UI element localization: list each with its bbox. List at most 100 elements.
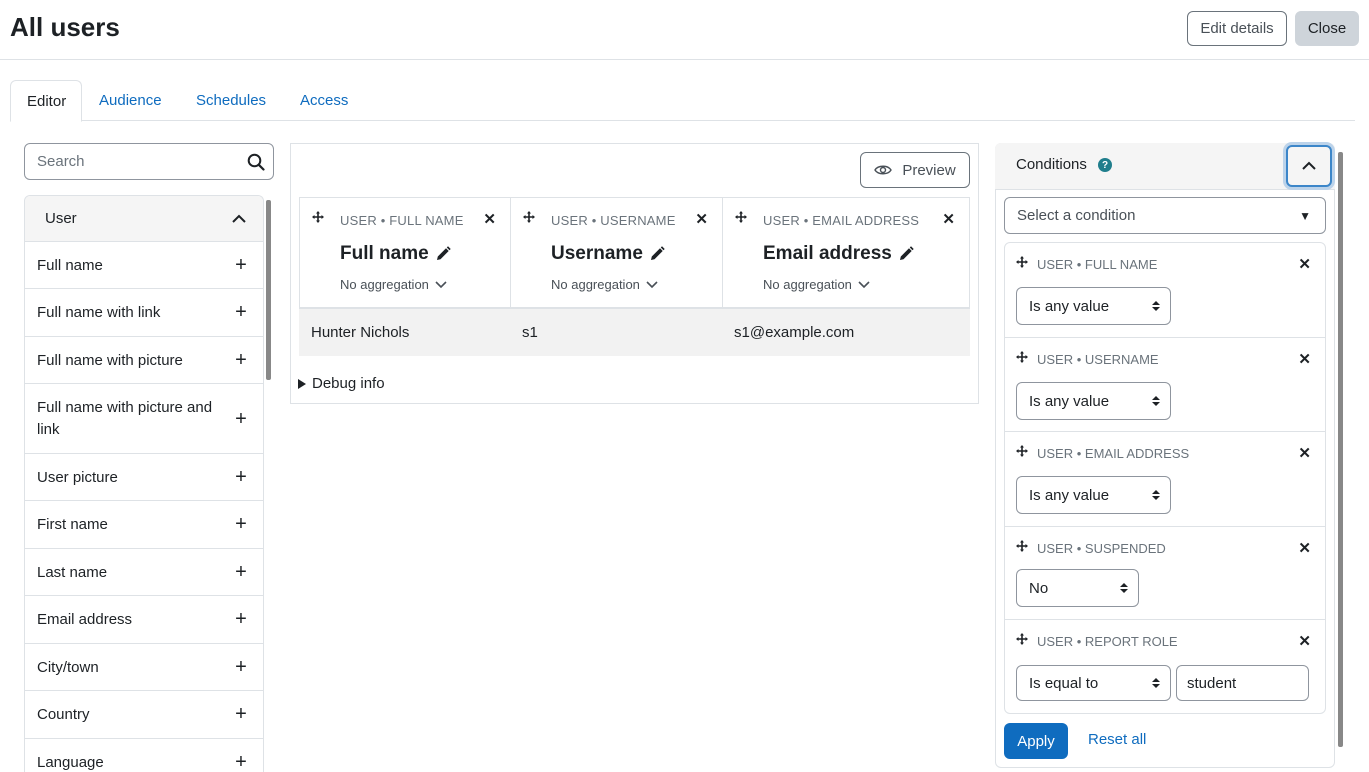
user-section-header[interactable]: User <box>25 196 263 242</box>
close-button[interactable]: Close <box>1295 11 1359 46</box>
plus-icon: + <box>235 253 247 276</box>
apply-button[interactable]: Apply <box>1004 723 1068 759</box>
operator-value: No <box>1029 579 1049 597</box>
move-icon[interactable] <box>1016 351 1028 363</box>
chevron-up-icon <box>1302 161 1316 170</box>
move-icon[interactable] <box>523 211 535 223</box>
remove-condition-icon[interactable]: ✕ <box>1298 632 1311 650</box>
move-icon[interactable] <box>1016 256 1028 268</box>
column-header-full-name: USER • FULL NAME ✕ Full name No aggregat… <box>300 198 511 308</box>
eye-icon <box>874 165 893 175</box>
list-item-label: Full name with picture <box>37 351 183 369</box>
column-kind: USER • USERNAME <box>551 213 676 228</box>
list-item-label: Country <box>37 706 90 723</box>
caret-down-icon: ▼ <box>1299 208 1311 223</box>
move-icon[interactable] <box>735 211 747 223</box>
operator-select[interactable]: Is any value <box>1016 382 1171 420</box>
remove-column-icon[interactable]: ✕ <box>942 210 955 228</box>
plus-icon: + <box>235 608 247 630</box>
tab-audience[interactable]: Audience <box>83 80 178 121</box>
column-name[interactable]: Email address <box>763 243 914 265</box>
column-kind: USER • FULL NAME <box>340 213 464 228</box>
column-header-username: USER • USERNAME ✕ Username No aggregatio… <box>511 198 723 308</box>
column-source-list: User Full name + Full name with link + Ful… <box>24 195 264 772</box>
remove-condition-icon[interactable]: ✕ <box>1298 539 1311 557</box>
move-icon[interactable] <box>312 211 324 223</box>
list-item-language[interactable]: Language + <box>25 739 263 772</box>
remove-condition-icon[interactable]: ✕ <box>1298 350 1311 368</box>
operator-select[interactable]: No <box>1016 569 1139 607</box>
tab-editor[interactable]: Editor <box>10 80 82 122</box>
pencil-icon[interactable] <box>649 246 665 262</box>
remove-condition-icon[interactable]: ✕ <box>1298 255 1311 273</box>
list-item-full-name-link[interactable]: Full name with link + <box>25 289 263 337</box>
condition-kind: USER • USERNAME <box>1037 352 1159 367</box>
condition-kind: USER • REPORT ROLE <box>1037 634 1178 649</box>
debug-info-toggle[interactable]: Debug info <box>298 375 385 392</box>
condition-item-username: USER • USERNAME ✕ Is any value <box>1004 338 1326 432</box>
conditions-title: Conditions <box>1016 156 1087 173</box>
remove-condition-icon[interactable]: ✕ <box>1298 444 1311 462</box>
operator-select[interactable]: Is equal to <box>1016 665 1171 701</box>
sort-icon <box>1120 583 1128 593</box>
operator-value: Is equal to <box>1029 674 1099 692</box>
preview-label: Preview <box>902 161 956 179</box>
debug-info-label: Debug info <box>312 375 385 392</box>
role-value-input[interactable]: student <box>1176 665 1309 701</box>
select-condition-dropdown[interactable]: Select a condition ▼ <box>1004 197 1326 234</box>
aggregation-select[interactable]: No aggregation <box>763 277 870 292</box>
list-item-last-name[interactable]: Last name + <box>25 549 263 596</box>
move-icon[interactable] <box>1016 540 1028 552</box>
operator-value: Is any value <box>1029 486 1110 504</box>
aggregation-select[interactable]: No aggregation <box>551 277 658 292</box>
sort-icon <box>1152 396 1160 406</box>
remove-column-icon[interactable]: ✕ <box>483 210 496 228</box>
column-name[interactable]: Full name <box>340 243 451 265</box>
reset-all-link[interactable]: Reset all <box>1088 731 1146 748</box>
plus-icon: + <box>235 703 247 725</box>
preview-button[interactable]: Preview <box>860 152 970 188</box>
list-item-first-name[interactable]: First name + <box>25 501 263 549</box>
plus-icon: + <box>235 750 247 772</box>
conditions-scrollbar[interactable] <box>1338 152 1343 747</box>
tab-access[interactable]: Access <box>284 80 364 121</box>
search-icon[interactable] <box>247 153 265 171</box>
list-item-label: User picture <box>37 468 118 486</box>
plus-icon: + <box>235 465 247 488</box>
tab-bar: Editor Audience Schedules Access <box>10 80 1355 122</box>
list-item-email[interactable]: Email address + <box>25 596 263 644</box>
remove-column-icon[interactable]: ✕ <box>695 210 708 228</box>
aggregation-select[interactable]: No aggregation <box>340 277 447 292</box>
cell-username: s1 <box>522 324 538 341</box>
operator-select[interactable]: Is any value <box>1016 287 1171 325</box>
list-item-user-picture[interactable]: User picture + <box>25 454 263 501</box>
list-item-full-name-picture[interactable]: Full name with picture + <box>25 337 263 384</box>
sidebar-scrollbar[interactable] <box>266 200 271 380</box>
sort-icon <box>1152 490 1160 500</box>
move-icon[interactable] <box>1016 445 1028 457</box>
pencil-icon[interactable] <box>898 246 914 262</box>
chevron-up-icon <box>232 214 246 223</box>
list-item-full-name[interactable]: Full name + <box>25 242 263 289</box>
collapse-conditions-button[interactable] <box>1286 145 1332 187</box>
list-item-country[interactable]: Country + <box>25 691 263 739</box>
move-icon[interactable] <box>1016 633 1028 645</box>
caret-right-icon <box>298 378 306 389</box>
list-item-city[interactable]: City/town + <box>25 644 263 691</box>
edit-details-button[interactable]: Edit details <box>1187 11 1287 46</box>
plus-icon: + <box>235 301 247 323</box>
condition-item-full-name: USER • FULL NAME ✕ Is any value <box>1004 243 1326 338</box>
column-header-email: USER • EMAIL ADDRESS ✕ Email address No … <box>723 198 969 308</box>
list-item-full-name-picture-link[interactable]: Full name with picture and link + <box>25 384 263 454</box>
help-icon[interactable]: ? <box>1098 158 1112 172</box>
pencil-icon[interactable] <box>435 246 451 262</box>
tab-schedules[interactable]: Schedules <box>180 80 282 121</box>
column-name[interactable]: Username <box>551 243 665 265</box>
list-item-label: First name <box>37 516 108 533</box>
operator-select[interactable]: Is any value <box>1016 476 1171 514</box>
list-item-label: Full name with picture and link <box>37 398 213 438</box>
search-box <box>24 143 274 180</box>
operator-value: Is any value <box>1029 392 1110 410</box>
search-input[interactable] <box>25 144 235 179</box>
sort-icon <box>1152 301 1160 311</box>
